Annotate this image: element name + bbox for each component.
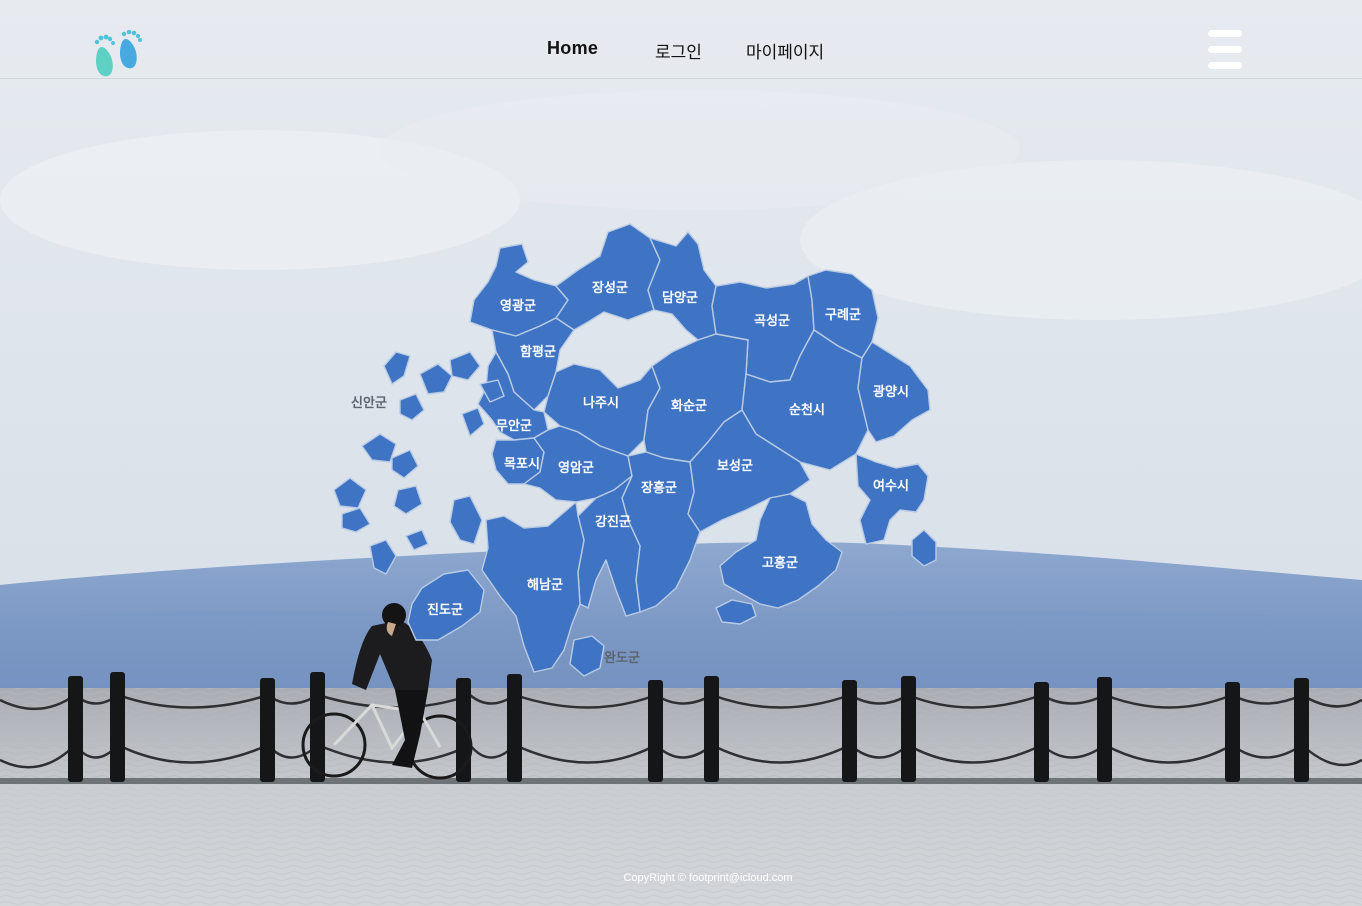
region-yeosu-island[interactable] xyxy=(911,529,937,567)
label-wando: 완도군 xyxy=(604,651,640,666)
region-sinan[interactable] xyxy=(333,351,505,575)
label-gangjin: 강진군 xyxy=(595,514,631,530)
label-goheung: 고흥군 xyxy=(762,555,798,571)
region-jangseong[interactable] xyxy=(555,223,661,331)
label-sinan: 신안군 xyxy=(351,395,387,411)
label-muan: 무안군 xyxy=(496,418,532,434)
label-yeongam: 영암군 xyxy=(558,460,594,476)
copyright-text: CopyRight © footprint@icloud.com xyxy=(623,872,793,884)
region-yeosu[interactable] xyxy=(855,453,929,545)
label-hampyeong: 함평군 xyxy=(520,344,556,360)
label-jindo: 진도군 xyxy=(427,602,463,618)
label-gurye: 구례군 xyxy=(825,307,861,323)
region-map: 영광군 장성군 담양군 곡성군 구례군 함평군 나주시 화순군 순천시 광양시 … xyxy=(333,223,937,677)
region-wando[interactable] xyxy=(569,635,605,677)
label-gwangyang: 광양시 xyxy=(873,385,909,400)
label-haenam: 해남군 xyxy=(527,577,563,593)
label-naju: 나주시 xyxy=(583,395,619,411)
region-goheung-island[interactable] xyxy=(715,599,757,625)
label-gokseong: 곡성군 xyxy=(754,314,790,329)
label-jangseong: 장성군 xyxy=(592,280,628,296)
label-yeonggwang: 영광군 xyxy=(500,299,536,314)
label-boseong: 보성군 xyxy=(717,459,753,474)
label-jangheung: 장흥군 xyxy=(641,480,677,496)
label-suncheon: 순천시 xyxy=(789,403,825,418)
label-yeosu: 여수시 xyxy=(873,478,909,494)
label-damyang: 담양군 xyxy=(662,291,698,306)
footer: CopyRight © footprint@icloud.com xyxy=(0,872,1362,884)
region-damyang[interactable] xyxy=(647,231,717,341)
label-hwasun: 화순군 xyxy=(671,398,707,414)
label-mokpo: 목포시 xyxy=(504,457,540,472)
